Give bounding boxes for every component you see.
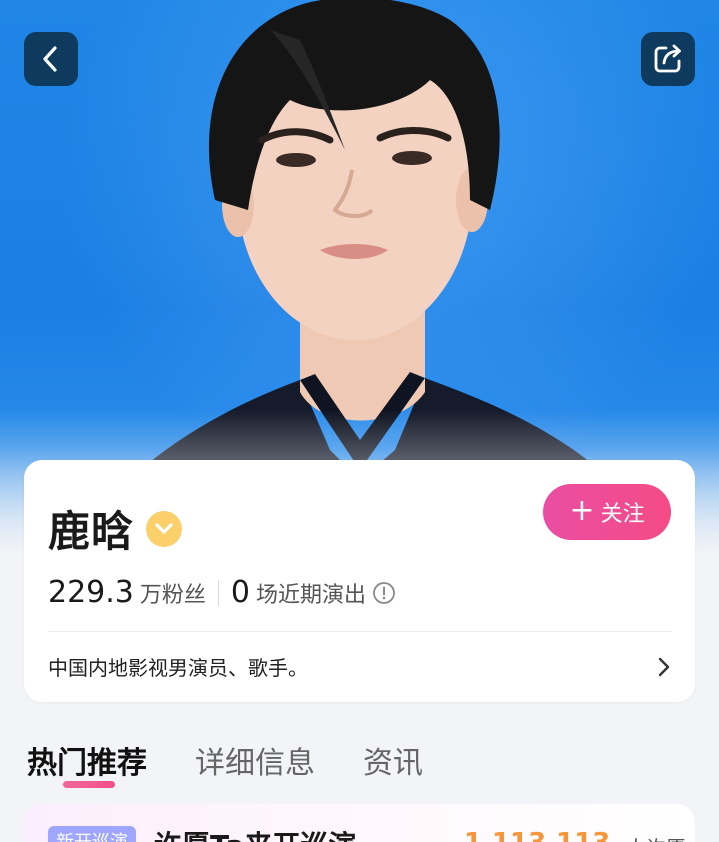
stats-row: 229.3 万粉丝 0 场近期演出	[48, 575, 396, 610]
fans-count: 229.3	[48, 575, 134, 610]
plus-icon: +	[569, 492, 595, 528]
artist-name: 鹿晗	[48, 507, 135, 556]
bio-row[interactable]: 中国内地影视男演员、歌手。	[48, 652, 671, 681]
tab-active-indicator	[63, 781, 115, 788]
stats-divider	[217, 579, 219, 606]
chevron-right-icon	[658, 657, 670, 676]
card-divider	[48, 631, 671, 632]
fans-label: 万粉丝	[139, 583, 206, 608]
back-button[interactable]	[24, 32, 78, 86]
name-row: 鹿晗	[48, 498, 183, 559]
wish-count: 1,113,113	[464, 828, 610, 842]
tab-news[interactable]: 资讯	[363, 738, 423, 782]
verified-badge-icon	[146, 510, 183, 547]
tour-wish-title: 许愿Ta来开巡演	[154, 824, 356, 842]
shows-count: 0	[230, 575, 250, 610]
tab-bar: 热门推荐 详细信息 资讯	[27, 738, 471, 788]
artist-profile-card: 鹿晗 + 关注 229.3 万粉丝 0 场近期演出 中国内地影视男演员、歌手。	[24, 460, 695, 702]
tab-details[interactable]: 详细信息	[195, 738, 315, 782]
share-icon	[654, 44, 681, 73]
new-tour-tag: 新开巡演	[48, 826, 136, 842]
tab-label: 详细信息	[195, 746, 315, 781]
shows-label: 场近期演出	[256, 583, 367, 608]
share-button[interactable]	[641, 32, 695, 86]
tab-label: 资讯	[363, 746, 423, 781]
follow-label: 关注	[600, 502, 645, 527]
tour-wish-card[interactable]: 新开巡演 许愿Ta来开巡演 1,113,113 人许愿	[24, 804, 695, 842]
tab-label: 热门推荐	[27, 746, 147, 781]
wish-count-label: 人许愿	[626, 832, 686, 842]
chevron-left-icon	[43, 46, 57, 72]
tab-hot-recommend[interactable]: 热门推荐	[27, 738, 147, 788]
artist-bio: 中国内地影视男演员、歌手。	[48, 656, 308, 680]
follow-button[interactable]: + 关注	[543, 484, 671, 540]
info-icon[interactable]	[372, 581, 396, 605]
